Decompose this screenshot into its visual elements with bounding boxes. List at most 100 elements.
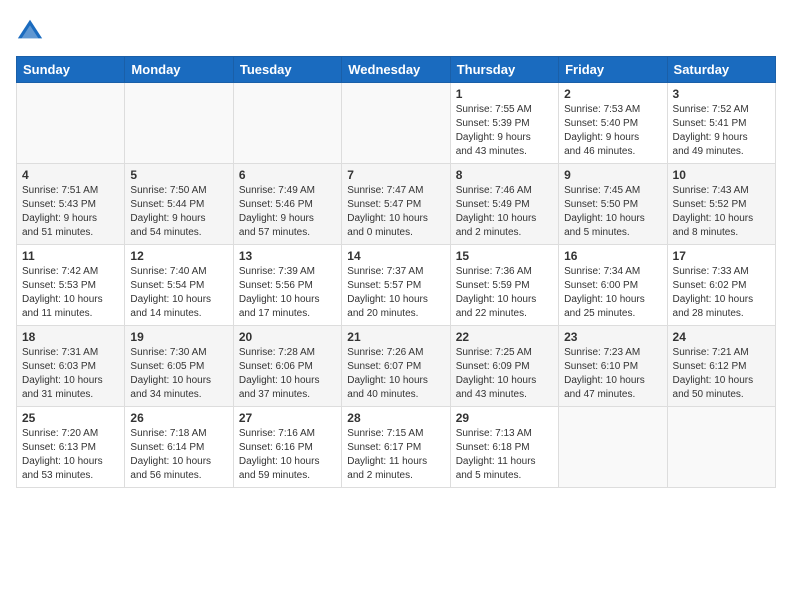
- calendar-cell: 29 Sunrise: 7:13 AM Sunset: 6:18 PM Dayli…: [450, 407, 558, 488]
- day-info: Sunrise: 7:21 AM Sunset: 6:12 PM Dayligh…: [673, 346, 770, 402]
- day-info: Sunrise: 7:47 AM Sunset: 5:47 PM Dayligh…: [347, 184, 444, 240]
- calendar-cell: [559, 407, 667, 488]
- calendar-cell: 20 Sunrise: 7:28 AM Sunset: 6:06 PM Dayli…: [233, 326, 341, 407]
- day-number: 1: [456, 87, 553, 101]
- day-info: Sunrise: 7:36 AM Sunset: 5:59 PM Dayligh…: [456, 265, 553, 321]
- day-info: Sunrise: 7:28 AM Sunset: 6:06 PM Dayligh…: [239, 346, 336, 402]
- calendar-cell: 28Sunrise: 7:15 AM Sunset: 6:17 PM Dayli…: [342, 407, 450, 488]
- day-info: Sunrise: 7:16 AM Sunset: 6:16 PM Dayligh…: [239, 427, 336, 483]
- calendar-cell: 4 Sunrise: 7:51 AM Sunset: 5:43 PM Daylig…: [17, 164, 125, 245]
- page-header: [16, 16, 776, 44]
- day-number: 18: [22, 330, 119, 344]
- calendar-cell: 25Sunrise: 7:20 AM Sunset: 6:13 PM Dayli…: [17, 407, 125, 488]
- calendar-body: 1 Sunrise: 7:55 AM Sunset: 5:39 PM Daylig…: [17, 83, 776, 488]
- day-info: Sunrise: 7:39 AM Sunset: 5:56 PM Dayligh…: [239, 265, 336, 321]
- calendar-cell: 16 Sunrise: 7:34 AM Sunset: 6:00 PM Dayli…: [559, 245, 667, 326]
- header-cell-monday: Monday: [125, 57, 233, 83]
- calendar-cell: 11 Sunrise: 7:42 AM Sunset: 5:53 PM Dayli…: [17, 245, 125, 326]
- week-row-5: 25Sunrise: 7:20 AM Sunset: 6:13 PM Dayli…: [17, 407, 776, 488]
- day-number: 9: [564, 168, 661, 182]
- day-number: 16: [564, 249, 661, 263]
- week-row-1: 1 Sunrise: 7:55 AM Sunset: 5:39 PM Daylig…: [17, 83, 776, 164]
- calendar-cell: 14 Sunrise: 7:37 AM Sunset: 5:57 PM Dayli…: [342, 245, 450, 326]
- day-number: 23: [564, 330, 661, 344]
- logo: [16, 16, 48, 44]
- calendar-cell: 12Sunrise: 7:40 AM Sunset: 5:54 PM Dayli…: [125, 245, 233, 326]
- day-info: Sunrise: 7:31 AM Sunset: 6:03 PM Dayligh…: [22, 346, 119, 402]
- header-cell-saturday: Saturday: [667, 57, 775, 83]
- day-number: 21: [347, 330, 444, 344]
- day-number: 2: [564, 87, 661, 101]
- day-number: 4: [22, 168, 119, 182]
- day-info: Sunrise: 7:43 AM Sunset: 5:52 PM Dayligh…: [673, 184, 770, 240]
- day-number: 25: [22, 411, 119, 425]
- calendar-cell: 7 Sunrise: 7:47 AM Sunset: 5:47 PM Daylig…: [342, 164, 450, 245]
- calendar-cell: [125, 83, 233, 164]
- day-number: 27: [239, 411, 336, 425]
- calendar-cell: 3 Sunrise: 7:52 AM Sunset: 5:41 PM Daylig…: [667, 83, 775, 164]
- day-number: 15: [456, 249, 553, 263]
- day-number: 20: [239, 330, 336, 344]
- day-number: 5: [130, 168, 227, 182]
- day-number: 3: [673, 87, 770, 101]
- calendar-cell: 5Sunrise: 7:50 AM Sunset: 5:44 PM Daylig…: [125, 164, 233, 245]
- week-row-2: 4 Sunrise: 7:51 AM Sunset: 5:43 PM Daylig…: [17, 164, 776, 245]
- calendar-cell: 1 Sunrise: 7:55 AM Sunset: 5:39 PM Daylig…: [450, 83, 558, 164]
- calendar-cell: 8 Sunrise: 7:46 AM Sunset: 5:49 PM Daylig…: [450, 164, 558, 245]
- calendar-cell: [667, 407, 775, 488]
- calendar-cell: 23 Sunrise: 7:23 AM Sunset: 6:10 PM Dayli…: [559, 326, 667, 407]
- calendar-cell: 24 Sunrise: 7:21 AM Sunset: 6:12 PM Dayli…: [667, 326, 775, 407]
- day-info: Sunrise: 7:51 AM Sunset: 5:43 PM Dayligh…: [22, 184, 119, 240]
- day-number: 26: [130, 411, 227, 425]
- calendar-cell: 10 Sunrise: 7:43 AM Sunset: 5:52 PM Dayli…: [667, 164, 775, 245]
- day-info: Sunrise: 7:55 AM Sunset: 5:39 PM Dayligh…: [456, 103, 553, 159]
- header-row: SundayMondayTuesdayWednesdayThursdayFrid…: [17, 57, 776, 83]
- calendar-cell: 17 Sunrise: 7:33 AM Sunset: 6:02 PM Dayli…: [667, 245, 775, 326]
- calendar-cell: 21Sunrise: 7:26 AM Sunset: 6:07 PM Dayli…: [342, 326, 450, 407]
- header-cell-wednesday: Wednesday: [342, 57, 450, 83]
- calendar-cell: 22 Sunrise: 7:25 AM Sunset: 6:09 PM Dayli…: [450, 326, 558, 407]
- day-number: 13: [239, 249, 336, 263]
- calendar-cell: 27 Sunrise: 7:16 AM Sunset: 6:16 PM Dayli…: [233, 407, 341, 488]
- calendar-cell: 9 Sunrise: 7:45 AM Sunset: 5:50 PM Daylig…: [559, 164, 667, 245]
- day-info: Sunrise: 7:13 AM Sunset: 6:18 PM Dayligh…: [456, 427, 553, 483]
- calendar-table: SundayMondayTuesdayWednesdayThursdayFrid…: [16, 56, 776, 488]
- header-cell-sunday: Sunday: [17, 57, 125, 83]
- day-number: 14: [347, 249, 444, 263]
- calendar-cell: 26 Sunrise: 7:18 AM Sunset: 6:14 PM Dayli…: [125, 407, 233, 488]
- day-number: 29: [456, 411, 553, 425]
- day-number: 17: [673, 249, 770, 263]
- header-cell-tuesday: Tuesday: [233, 57, 341, 83]
- calendar-cell: 13 Sunrise: 7:39 AM Sunset: 5:56 PM Dayli…: [233, 245, 341, 326]
- calendar-cell: 18 Sunrise: 7:31 AM Sunset: 6:03 PM Dayli…: [17, 326, 125, 407]
- day-number: 10: [673, 168, 770, 182]
- day-info: Sunrise: 7:52 AM Sunset: 5:41 PM Dayligh…: [673, 103, 770, 159]
- day-info: Sunrise: 7:15 AM Sunset: 6:17 PM Dayligh…: [347, 427, 444, 483]
- day-number: 6: [239, 168, 336, 182]
- header-cell-thursday: Thursday: [450, 57, 558, 83]
- day-number: 7: [347, 168, 444, 182]
- calendar-cell: 15 Sunrise: 7:36 AM Sunset: 5:59 PM Dayli…: [450, 245, 558, 326]
- day-info: Sunrise: 7:45 AM Sunset: 5:50 PM Dayligh…: [564, 184, 661, 240]
- calendar-cell: [233, 83, 341, 164]
- day-info: Sunrise: 7:25 AM Sunset: 6:09 PM Dayligh…: [456, 346, 553, 402]
- day-info: Sunrise: 7:53 AM Sunset: 5:40 PM Dayligh…: [564, 103, 661, 159]
- day-info: Sunrise: 7:33 AM Sunset: 6:02 PM Dayligh…: [673, 265, 770, 321]
- day-info: Sunrise: 7:18 AM Sunset: 6:14 PM Dayligh…: [130, 427, 227, 483]
- header-cell-friday: Friday: [559, 57, 667, 83]
- day-info: Sunrise: 7:37 AM Sunset: 5:57 PM Dayligh…: [347, 265, 444, 321]
- day-info: Sunrise: 7:49 AM Sunset: 5:46 PM Dayligh…: [239, 184, 336, 240]
- calendar-cell: 2 Sunrise: 7:53 AM Sunset: 5:40 PM Daylig…: [559, 83, 667, 164]
- logo-icon: [16, 16, 44, 44]
- calendar-cell: 19Sunrise: 7:30 AM Sunset: 6:05 PM Dayli…: [125, 326, 233, 407]
- calendar-cell: [342, 83, 450, 164]
- day-number: 11: [22, 249, 119, 263]
- day-info: Sunrise: 7:46 AM Sunset: 5:49 PM Dayligh…: [456, 184, 553, 240]
- day-info: Sunrise: 7:34 AM Sunset: 6:00 PM Dayligh…: [564, 265, 661, 321]
- week-row-4: 18 Sunrise: 7:31 AM Sunset: 6:03 PM Dayli…: [17, 326, 776, 407]
- day-number: 22: [456, 330, 553, 344]
- day-number: 24: [673, 330, 770, 344]
- day-info: Sunrise: 7:23 AM Sunset: 6:10 PM Dayligh…: [564, 346, 661, 402]
- day-info: Sunrise: 7:42 AM Sunset: 5:53 PM Dayligh…: [22, 265, 119, 321]
- day-number: 8: [456, 168, 553, 182]
